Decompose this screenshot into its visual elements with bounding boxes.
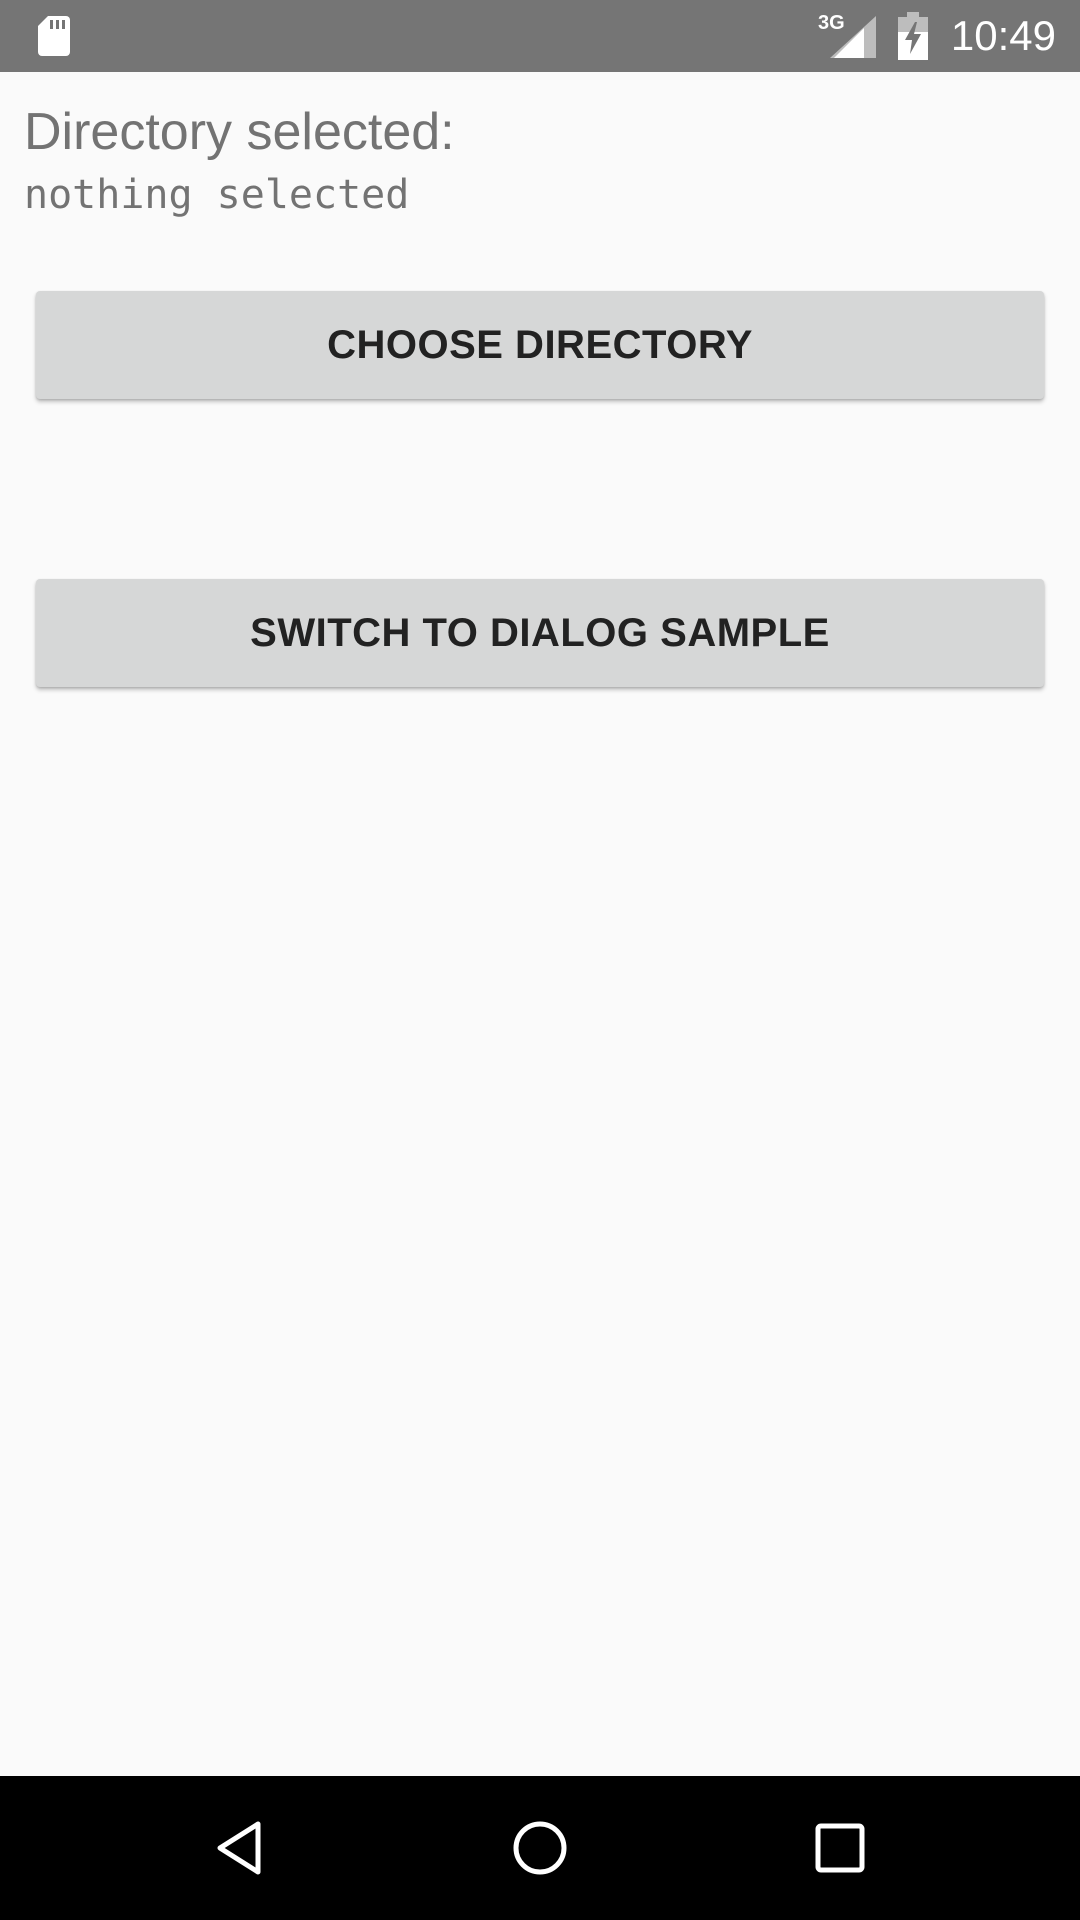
back-icon[interactable] (200, 1808, 280, 1888)
battery-charging-icon (898, 12, 928, 60)
switch-to-dialog-sample-button[interactable]: SWITCH TO DIALOG SAMPLE (36, 579, 1044, 687)
recents-icon[interactable] (800, 1808, 880, 1888)
status-bar: 3G 10:49 (0, 0, 1080, 72)
main-content: Directory selected: nothing selected CHO… (0, 72, 1080, 1776)
sd-card-icon (36, 14, 72, 58)
directory-label: Directory selected: (24, 103, 455, 161)
network-indicator: 3G (818, 12, 876, 58)
home-icon[interactable] (500, 1808, 580, 1888)
app-screen: 3G 10:49 Directory selected: nothing sel… (0, 0, 1080, 1920)
navigation-bar (0, 1776, 1080, 1920)
cell-signal-icon (830, 16, 876, 58)
status-clock: 10:49 (950, 12, 1056, 59)
directory-value: nothing selected (24, 172, 410, 218)
choose-directory-button[interactable]: CHOOSE DIRECTORY (36, 291, 1044, 399)
